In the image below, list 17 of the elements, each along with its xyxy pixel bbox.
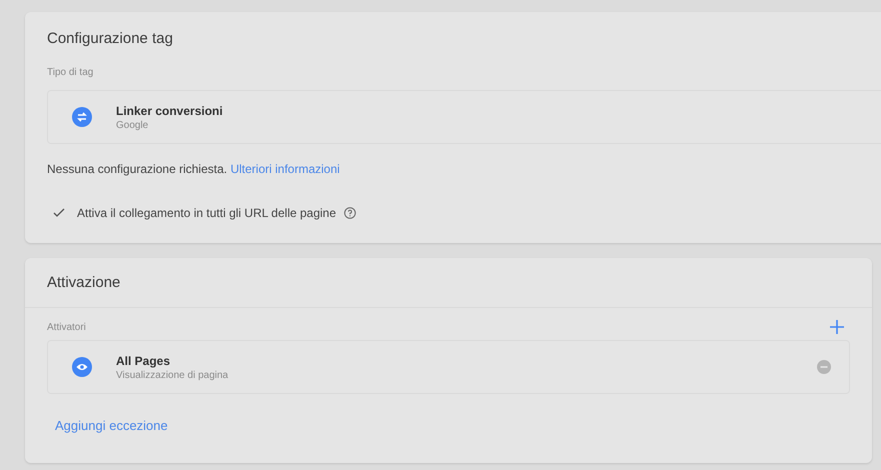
add-icon[interactable] (830, 320, 844, 334)
card-title: Configurazione tag (47, 30, 174, 47)
tag-type-row[interactable]: Linker conversioni Google (47, 90, 881, 144)
card-title: Attivazione (47, 274, 122, 291)
tag-type-label: Tipo di tag (47, 67, 94, 78)
eye-icon (72, 357, 92, 377)
remove-icon[interactable] (817, 360, 831, 374)
trigger-type: Visualizzazione di pagina (116, 370, 228, 380)
config-note: Nessuna configurazione richiesta. Ulteriori informazioni (47, 162, 341, 176)
tag-type-name: Linker conversioni (116, 104, 223, 118)
help-icon[interactable] (344, 207, 356, 219)
triggers-label: Attivatori (47, 322, 86, 332)
option-label: Attiva il collegamento in tutti gli URL delle pagine (77, 206, 336, 220)
tag-type-vendor: Google (116, 120, 150, 130)
trigger-row[interactable]: All Pages Visualizzazione di pagina (47, 340, 850, 394)
swap-icon (72, 107, 92, 127)
trigger-name: All Pages (116, 354, 172, 368)
